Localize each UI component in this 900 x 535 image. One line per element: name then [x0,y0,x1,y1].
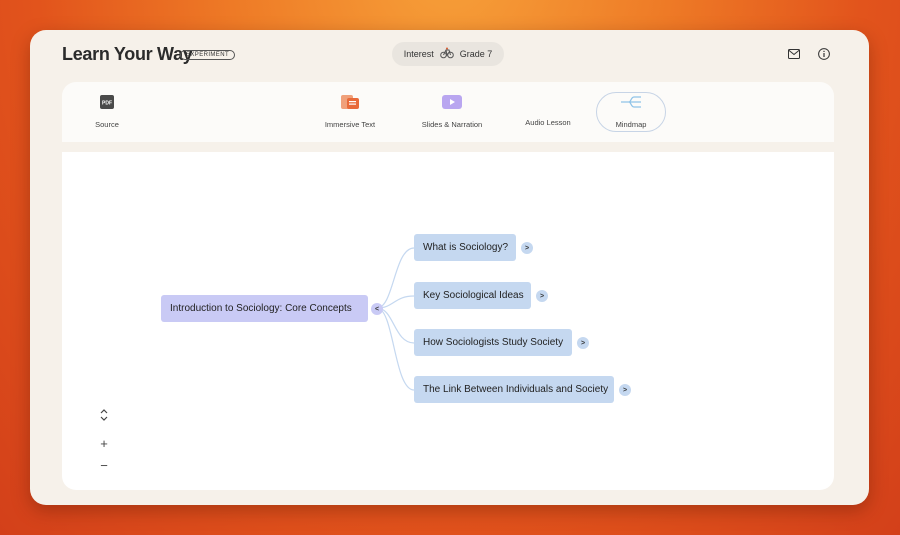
child-node-label: What is Sociology? [423,242,509,253]
mindmap-root-node[interactable]: Introduction to Sociology: Core Concepts [161,295,368,322]
connector-4 [376,307,415,391]
document-icon [341,95,359,114]
tab-slides-narration[interactable]: Slides & Narration [412,82,492,142]
svg-text:PDF: PDF [102,101,112,107]
tab-mindmap-label: Mindmap [615,120,647,129]
expand-toggle[interactable]: > [577,337,589,349]
child-node-label: Key Sociological Ideas [423,290,524,301]
tab-immersive-text[interactable]: Immersive Text [315,82,385,142]
connector-1 [376,247,415,309]
child-node-label: The Link Between Individuals and Society [423,384,609,395]
app-title: Learn Your Way [62,44,193,64]
grade-label: Grade 7 [459,49,493,59]
expand-toggle[interactable]: > [536,290,548,302]
slides-play-icon [442,95,462,114]
info-icon[interactable] [814,44,834,64]
experiment-badge: EXPERIMENT [180,50,236,60]
tab-source-label: Source [95,120,119,129]
child-node-label: How Sociologists Study Society [423,337,564,348]
audio-icon [541,98,555,112]
mindmap-child-node[interactable]: Key Sociological Ideas [414,282,531,309]
expand-toggle[interactable]: > [619,384,631,396]
interest-grade-selector[interactable]: Interest Grade 7 [392,42,504,66]
mindmap-icon [619,95,643,114]
app-window: Learn Your Way EXPERIMENT Interest Grade… [30,30,869,505]
tab-audio-lesson[interactable]: Audio Lesson [517,82,579,142]
tab-audio-lesson-label: Audio Lesson [525,117,571,127]
bicycle-icon [439,47,454,61]
pdf-icon: PDF [100,95,114,114]
mindmap-child-node[interactable]: The Link Between Individuals and Society [414,376,614,403]
mindmap-canvas[interactable]: Introduction to Sociology: Core Concepts… [62,152,834,490]
zoom-out-button[interactable]: − [98,458,110,473]
collapse-toggle[interactable]: < [371,303,383,315]
zoom-in-button[interactable]: + [98,436,110,451]
tab-slides-narration-label: Slides & Narration [421,120,483,129]
mindmap-child-node[interactable]: What is Sociology? [414,234,516,261]
expand-toggle[interactable]: > [521,242,533,254]
mail-icon[interactable] [784,44,804,64]
expand-collapse-all-icon[interactable] [98,408,110,425]
tab-bar: PDF Source Immersive Text Slides & Narra… [62,82,834,142]
tab-immersive-text-label: Immersive Text [324,120,376,129]
tab-source[interactable]: PDF Source [82,82,132,142]
mindmap-child-node[interactable]: How Sociologists Study Society [414,329,572,356]
root-node-label: Introduction to Sociology: Core Concepts [170,303,352,314]
connector-3 [376,307,415,344]
interest-label: Interest [403,49,434,59]
tab-mindmap[interactable]: Mindmap [596,92,666,132]
